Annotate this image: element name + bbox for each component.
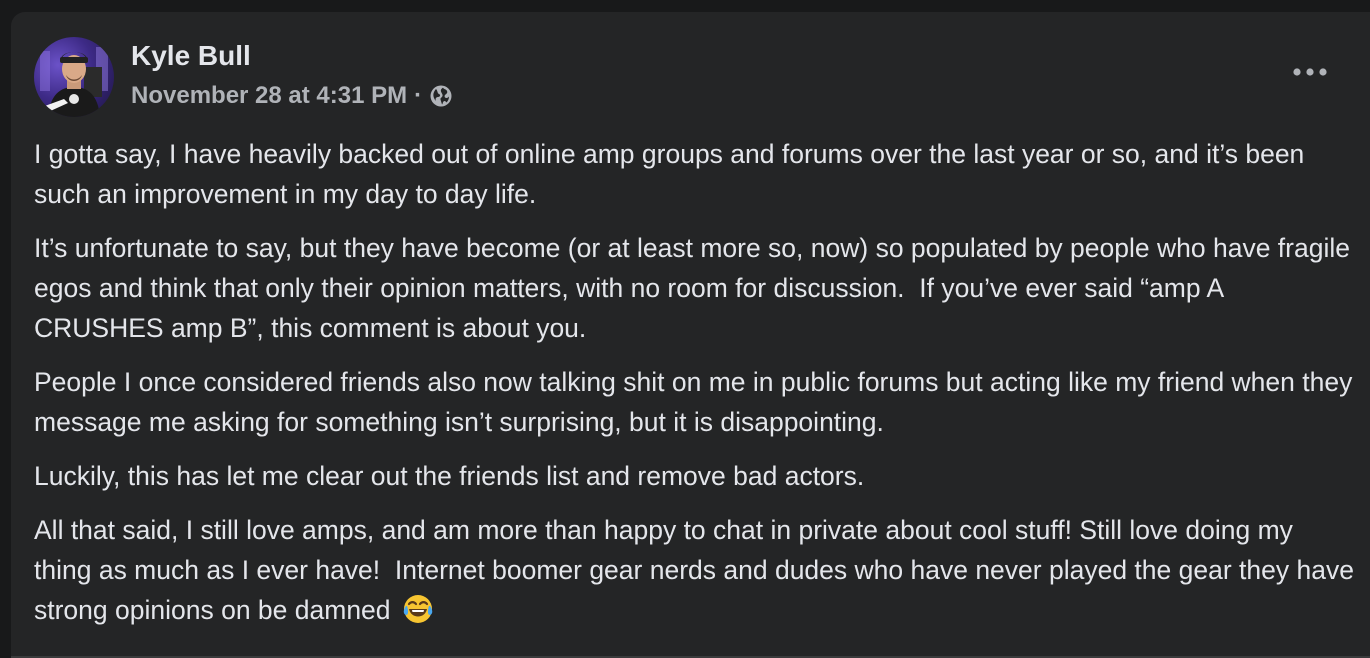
author-avatar[interactable] (34, 37, 114, 117)
post-paragraph: Luckily, this has let me clear out the f… (34, 461, 865, 491)
post-paragraph: It’s unfortunate to say, but they have b… (34, 233, 1358, 343)
more-options-button[interactable] (1290, 56, 1330, 88)
author-name[interactable]: Kyle Bull (131, 40, 251, 72)
post-body: I gotta say, I have heavily backed out o… (34, 134, 1354, 644)
tears-of-joy-emoji-icon (402, 593, 434, 625)
post-card: Kyle Bull November 28 at 4:31 PM · I got… (11, 12, 1370, 658)
post-paragraph: I gotta say, I have heavily backed out o… (34, 139, 1312, 209)
more-options-icon (1293, 68, 1327, 76)
post-paragraph-last: All that said, I still love amps, and am… (34, 510, 1354, 630)
post-paragraph-text: All that said, I still love amps, and am… (34, 515, 1362, 625)
globe-icon[interactable] (429, 84, 453, 108)
meta-separator: · (414, 82, 423, 109)
post-timestamp[interactable]: November 28 at 4:31 PM (131, 82, 407, 110)
post-paragraph: People I once considered friends also no… (34, 367, 1360, 437)
avatar-photo-icon (39, 47, 108, 117)
post-meta: November 28 at 4:31 PM · (131, 82, 453, 110)
